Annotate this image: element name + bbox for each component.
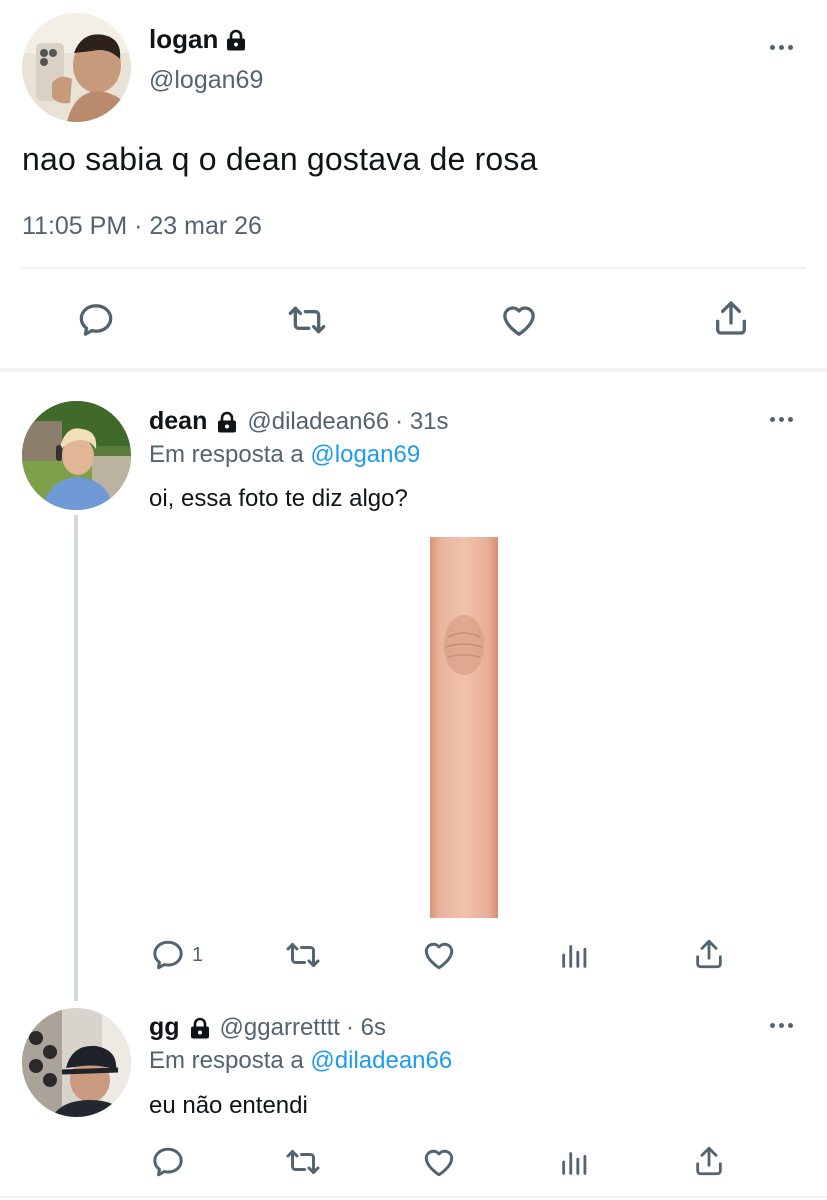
relative-time: · 6s [345, 1013, 386, 1041]
replying-to-link[interactable]: @logan69 [310, 441, 420, 468]
reply-icon[interactable] [148, 1142, 188, 1182]
display-name[interactable]: dean [149, 407, 207, 436]
lock-icon [190, 1017, 210, 1039]
thread-line [74, 515, 78, 1001]
avatar[interactable] [22, 13, 131, 122]
divider [0, 1196, 827, 1198]
tweet-timestamp: 11:05 PM · 23 mar 26 [22, 212, 262, 240]
divider [22, 267, 806, 269]
more-options-icon[interactable] [770, 417, 793, 422]
reply-text: eu não entendi [149, 1092, 308, 1119]
retweet-icon[interactable] [282, 1142, 324, 1182]
relative-time: · 31s [395, 407, 449, 435]
like-icon[interactable] [418, 1142, 460, 1182]
replying-to-label: Em resposta a [149, 1047, 304, 1074]
reply-count: 1 [192, 944, 204, 966]
reply-icon[interactable] [74, 298, 118, 342]
retweet-icon[interactable] [282, 935, 324, 975]
share-icon[interactable] [688, 933, 730, 975]
lock-icon [226, 29, 246, 51]
reply-text: oi, essa foto te diz algo? [149, 485, 408, 512]
avatar[interactable] [22, 401, 131, 510]
more-options-icon[interactable] [770, 45, 793, 50]
like-icon[interactable] [497, 298, 541, 342]
section-divider [0, 368, 827, 372]
reply-icon[interactable] [148, 935, 188, 975]
share-icon[interactable] [709, 296, 753, 340]
attached-photo[interactable] [430, 537, 498, 918]
like-icon[interactable] [418, 935, 460, 975]
handle[interactable]: @diladean66 [247, 408, 389, 436]
avatar[interactable] [22, 1008, 131, 1117]
display-name[interactable]: logan [149, 24, 218, 55]
more-options-icon[interactable] [770, 1023, 793, 1028]
lock-icon [217, 411, 237, 433]
handle[interactable]: @logan69 [149, 66, 263, 95]
tweet-text: nao sabia q o dean gostava de rosa [22, 141, 538, 177]
handle[interactable]: @ggarretttt [220, 1014, 340, 1042]
replying-to-link[interactable]: @diladean66 [310, 1047, 452, 1074]
share-icon[interactable] [688, 1140, 730, 1182]
analytics-icon[interactable] [554, 935, 596, 975]
replying-to-label: Em resposta a [149, 441, 304, 468]
display-name[interactable]: gg [149, 1013, 180, 1042]
analytics-icon[interactable] [554, 1142, 596, 1182]
retweet-icon[interactable] [285, 298, 329, 342]
